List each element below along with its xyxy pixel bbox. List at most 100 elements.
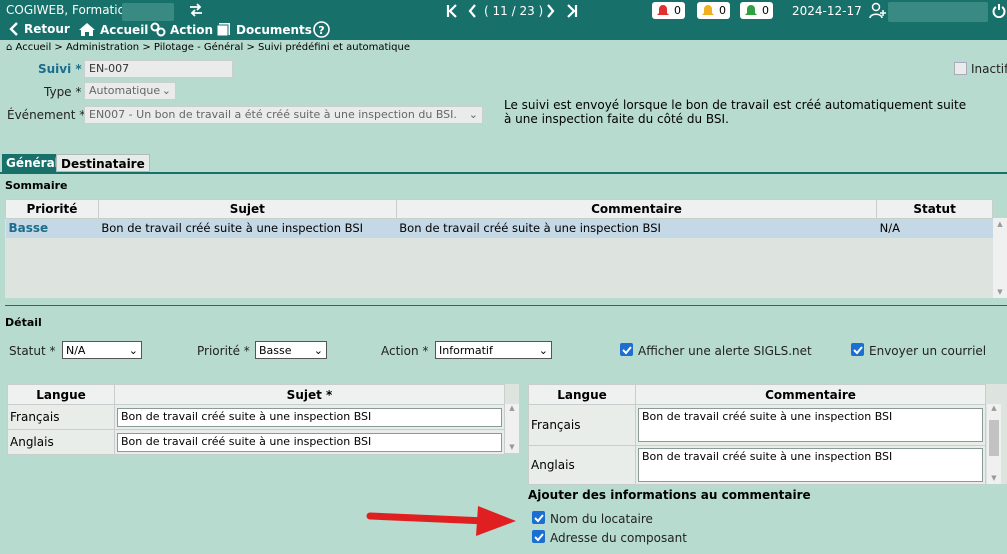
check-icon xyxy=(852,345,863,354)
commentaire-en-textarea[interactable]: Bon de travail créé suite à une inspecti… xyxy=(638,448,983,482)
commentaire-scrollbar[interactable]: ▲ ▼ xyxy=(987,404,1001,484)
accueil-button[interactable]: Accueil xyxy=(78,22,148,37)
sujet-lang-table: Langue Sujet * Français Bon de travail c… xyxy=(7,384,519,455)
ajouter-title: Ajouter des informations au commentaire xyxy=(528,488,811,502)
evenement-select[interactable]: EN007 - Un bon de travail a été créé sui… xyxy=(84,106,483,124)
type-select[interactable]: Automatique ⌄ xyxy=(84,82,176,100)
col-commentaire[interactable]: Commentaire xyxy=(395,199,878,219)
courriel-label: Envoyer un courriel xyxy=(869,344,987,358)
action-label: Action * xyxy=(381,344,429,358)
row-statut: N/A xyxy=(879,221,901,236)
home-icon xyxy=(79,23,95,36)
col-sujet[interactable]: Sujet xyxy=(97,199,397,219)
back-arrow-icon xyxy=(9,22,18,36)
col-commentaire[interactable]: Commentaire xyxy=(635,384,986,405)
sujet-fr-input[interactable]: Bon de travail créé suite à une inspecti… xyxy=(117,407,502,427)
breadcrumb: ⌂ Accueil > Administration > Pilotage - … xyxy=(6,42,411,53)
check-icon xyxy=(533,513,544,522)
tab-general[interactable]: Général xyxy=(2,154,63,172)
action-button[interactable]: Action xyxy=(150,22,213,37)
page-counter: ( 11 / 23 ) xyxy=(484,4,544,18)
commentaire-fr-textarea[interactable]: Bon de travail créé suite à une inspecti… xyxy=(638,408,983,442)
chevron-down-icon: ⌄ xyxy=(128,343,138,357)
type-label: Type * xyxy=(44,85,82,99)
chevron-down-icon: ⌄ xyxy=(313,343,323,357)
next-page-icon[interactable] xyxy=(546,3,556,19)
yellow-alert-badge[interactable]: 0 xyxy=(697,2,730,19)
switch-icon[interactable] xyxy=(188,2,204,18)
sommaire-scrollbar[interactable]: ▲ ▼ xyxy=(993,218,1007,298)
gears-icon xyxy=(150,22,166,37)
first-page-icon[interactable] xyxy=(446,3,458,19)
tab-destinataire[interactable]: Destinataire xyxy=(56,154,150,172)
tab-underline xyxy=(0,172,1007,174)
suivi-field[interactable]: EN-007 xyxy=(84,60,233,78)
chevron-down-icon: ⌄ xyxy=(538,343,548,357)
svg-text:?: ? xyxy=(318,24,324,37)
help-icon[interactable]: ? xyxy=(313,21,330,38)
last-page-icon[interactable] xyxy=(566,3,578,19)
nom-locataire-label: Nom du locataire xyxy=(550,512,653,526)
user-name-redacted xyxy=(122,3,174,21)
check-icon xyxy=(621,345,632,354)
sommaire-title: Sommaire xyxy=(5,179,68,192)
adresse-composant-checkbox[interactable] xyxy=(532,530,545,543)
priorite-select[interactable]: Basse ⌄ xyxy=(255,341,327,359)
sujet-en-input[interactable]: Bon de travail créé suite à une inspecti… xyxy=(117,432,502,452)
langue-cell: Français xyxy=(528,404,636,446)
alerte-checkbox[interactable] xyxy=(620,343,633,356)
courriel-checkbox[interactable] xyxy=(851,343,864,356)
retour-button[interactable]: Retour xyxy=(8,22,70,36)
evenement-label: Événement * xyxy=(7,108,86,122)
statut-select[interactable]: N/A ⌄ xyxy=(62,341,142,359)
suivi-label: Suivi * xyxy=(38,62,82,76)
col-priorite[interactable]: Priorité xyxy=(5,199,99,219)
table-row: Français Bon de travail créé suite à une… xyxy=(528,404,986,446)
check-icon xyxy=(533,532,544,541)
sujet-scrollbar[interactable]: ▲ ▼ xyxy=(505,404,519,453)
scroll-up-icon[interactable]: ▲ xyxy=(987,404,1001,412)
red-bell-icon xyxy=(657,5,669,15)
description-text: Le suivi est envoyé lorsque le bon de tr… xyxy=(504,98,967,126)
table-row[interactable]: Basse Bon de travail créé suite à une in… xyxy=(5,218,993,238)
langue-cell: Anglais xyxy=(7,429,115,455)
logout-icon[interactable] xyxy=(992,3,1006,18)
col-statut[interactable]: Statut xyxy=(876,199,993,219)
table-row: Français Bon de travail créé suite à une… xyxy=(7,404,505,430)
top-bar: COGIWEB, Formation Retour Accueil Action… xyxy=(0,0,1007,40)
table-row: Anglais Bon de travail créé suite à une … xyxy=(7,429,505,455)
scroll-thumb[interactable] xyxy=(989,420,999,456)
col-sujet[interactable]: Sujet * xyxy=(114,384,505,405)
nom-locataire-checkbox[interactable] xyxy=(532,511,545,524)
row-commentaire: Bon de travail créé suite à une inspecti… xyxy=(399,221,661,236)
documents-button[interactable]: Documents xyxy=(216,22,312,37)
action-select[interactable]: Informatif ⌄ xyxy=(435,341,552,359)
prev-page-icon[interactable] xyxy=(467,3,477,19)
green-alert-badge[interactable]: 0 xyxy=(740,2,773,19)
scroll-down-icon[interactable]: ▼ xyxy=(987,474,1001,482)
scroll-down-icon[interactable]: ▼ xyxy=(993,288,1007,296)
scroll-up-icon[interactable]: ▲ xyxy=(993,220,1007,228)
adresse-composant-label: Adresse du composant xyxy=(550,531,687,545)
chevron-down-icon: ⌄ xyxy=(468,108,478,121)
col-langue[interactable]: Langue xyxy=(528,384,636,405)
commentaire-lang-table: Langue Commentaire Français Bon de trava… xyxy=(528,384,1007,485)
langue-cell: Français xyxy=(7,404,115,430)
sommaire-grid: Priorité Sujet Commentaire Statut Basse … xyxy=(5,199,993,298)
inactif-label: Inactif xyxy=(971,62,1007,76)
user-icon[interactable] xyxy=(869,2,887,19)
red-alert-badge[interactable]: 0 xyxy=(652,2,685,19)
detail-title: Détail xyxy=(5,316,42,329)
app-title: COGIWEB, Formation xyxy=(6,3,133,17)
yellow-bell-icon xyxy=(702,5,714,15)
col-langue[interactable]: Langue xyxy=(7,384,115,405)
inactif-checkbox[interactable] xyxy=(954,62,967,75)
scroll-down-icon[interactable]: ▼ xyxy=(505,443,519,451)
divider xyxy=(5,305,1007,306)
scroll-up-icon[interactable]: ▲ xyxy=(505,404,519,412)
langue-cell: Anglais xyxy=(528,445,636,485)
chevron-down-icon: ⌄ xyxy=(161,84,171,97)
home-icon: ⌂ xyxy=(6,42,16,53)
row-sujet: Bon de travail créé suite à une inspecti… xyxy=(101,221,364,236)
documents-icon xyxy=(216,23,230,37)
